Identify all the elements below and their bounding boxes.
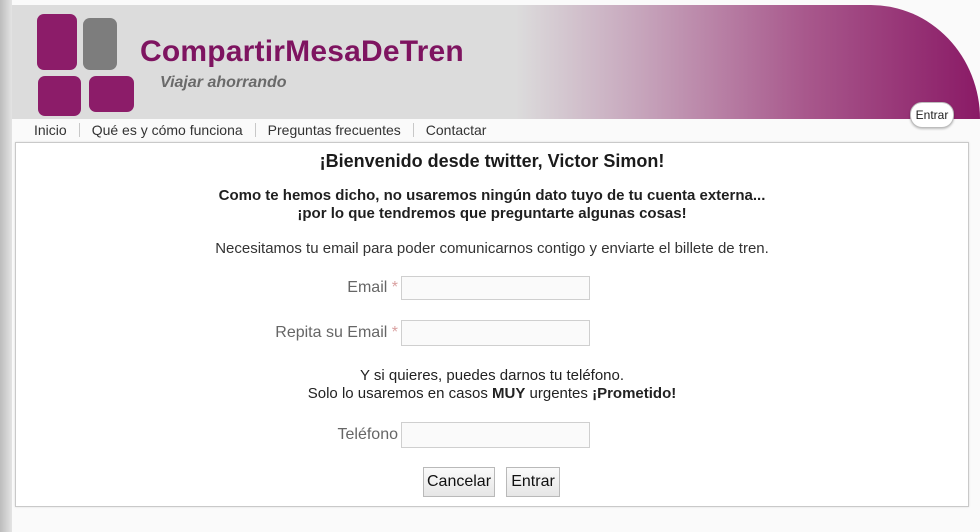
nav-item-faq[interactable]: Preguntas frecuentes xyxy=(256,122,413,138)
window-left-edge xyxy=(0,0,12,532)
notice-line-1: Como te hemos dicho, no usaremos ningún … xyxy=(218,187,766,204)
external-account-notice: Como te hemos dicho, no usaremos ningún … xyxy=(16,187,968,223)
phone-note-emphasis-muy: MUY xyxy=(492,385,526,402)
repeat-email-field[interactable] xyxy=(401,320,590,346)
phone-label-text: Teléfono xyxy=(337,426,399,443)
header-login-button[interactable]: Entrar xyxy=(910,102,954,128)
repeat-email-label: Repita su Email * xyxy=(275,324,398,342)
nav-item-como-funciona[interactable]: Qué es y cómo funciona xyxy=(80,122,255,138)
phone-note: Y si quieres, puedes darnos tu teléfono.… xyxy=(16,367,968,403)
email-need-text: Necesitamos tu email para poder comunica… xyxy=(215,240,769,257)
email-label-text: Email xyxy=(347,279,388,296)
site-tagline: Viajar ahorrando xyxy=(160,74,287,91)
registration-panel: ¡Bienvenido desde twitter, Victor Simon!… xyxy=(15,142,969,507)
logo-square-purple-bottom-left xyxy=(38,76,81,116)
logo-square-purple-top xyxy=(37,14,77,70)
welcome-heading: ¡Bienvenido desde twitter, Victor Simon! xyxy=(319,151,665,171)
repeat-email-label-text: Repita su Email xyxy=(275,324,388,341)
nav-item-contactar[interactable]: Contactar xyxy=(414,122,499,138)
phone-note-line-2: Solo lo usaremos en casos MUY urgentes ¡… xyxy=(16,385,968,403)
phone-note-line-1: Y si quieres, puedes darnos tu teléfono. xyxy=(359,367,625,384)
phone-field[interactable] xyxy=(401,422,590,448)
phone-note-text-1: Solo lo usaremos en casos xyxy=(307,385,493,402)
email-label: Email * xyxy=(347,279,398,297)
phone-note-promise: ¡Prometido! xyxy=(592,385,677,402)
phone-label: Teléfono xyxy=(338,426,399,444)
email-required-mark: * xyxy=(391,279,398,296)
nav-item-inicio[interactable]: Inicio xyxy=(22,122,79,138)
phone-note-text-2: urgentes xyxy=(525,385,593,402)
logo-square-gray xyxy=(83,18,117,70)
main-nav: Inicio Qué es y cómo funciona Preguntas … xyxy=(22,120,498,140)
site-title[interactable]: CompartirMesaDeTren xyxy=(140,35,464,69)
notice-line-2: ¡por lo que tendremos que preguntarte al… xyxy=(297,205,687,222)
cancel-button[interactable]: Cancelar xyxy=(423,467,495,497)
submit-button[interactable]: Entrar xyxy=(506,467,560,497)
site-header: CompartirMesaDeTren Viajar ahorrando xyxy=(12,5,980,119)
logo-square-purple-bottom-right xyxy=(89,76,134,112)
email-field[interactable] xyxy=(401,276,590,300)
repeat-email-required-mark: * xyxy=(391,324,398,341)
